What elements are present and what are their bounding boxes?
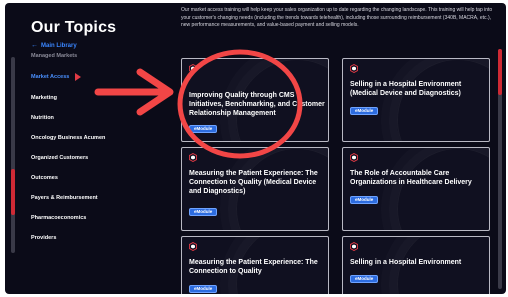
hexagon-logo-icon [189, 153, 197, 162]
module-card[interactable]: Measuring the Patient Experience: The Co… [181, 236, 329, 294]
main-library-label: Main Library [41, 42, 77, 49]
sidebar-item-providers[interactable]: Providers [31, 235, 56, 241]
sidebar-item-label: Marketing [31, 95, 57, 101]
card-title: Improving Quality through CMS Initiative… [189, 92, 325, 117]
card-title: Selling in a Hospital Environment (Medic… [350, 81, 462, 97]
active-indicator-icon [75, 73, 82, 81]
module-card[interactable]: The Role of Accountable Care Organizatio… [342, 147, 490, 231]
hexagon-logo-icon [189, 64, 197, 73]
sidebar-scrollbar-thumb[interactable] [11, 169, 15, 215]
module-card[interactable]: Measuring the Patient Experience: The Co… [181, 147, 329, 231]
sidebar-item-label: Nutrition [31, 115, 54, 121]
page-title: Our Topics [31, 19, 117, 36]
sidebar-item-label: Market Access [31, 74, 70, 80]
card-title: Selling in a Hospital Environment [350, 259, 462, 266]
sidebar-item-label: Outcomes [31, 175, 58, 181]
sidebar-item-label: Managed Markets [31, 53, 78, 59]
hexagon-logo-icon [350, 64, 358, 73]
sidebar-scrollbar-track[interactable] [11, 57, 15, 253]
emodule-badge: eModule [350, 107, 379, 115]
sidebar-item-oncology-business-acumen[interactable]: Oncology Business Acumen [31, 135, 105, 141]
sidebar-item-nutrition[interactable]: Nutrition [31, 115, 54, 121]
content-scrollbar-thumb[interactable] [498, 49, 502, 95]
sidebar: Our Topics ← Main Library Managed Market… [5, 3, 173, 294]
emodule-badge: eModule [189, 208, 218, 216]
module-card[interactable]: Selling in a Hospital Environment (Medic… [342, 58, 490, 142]
sidebar-item-label: Oncology Business Acumen [31, 135, 106, 141]
sidebar-item-market-access[interactable]: Market Access [31, 73, 82, 81]
sidebar-item-outcomes[interactable]: Outcomes [31, 175, 58, 181]
sidebar-item-marketing[interactable]: Marketing [31, 95, 57, 101]
card-title: Measuring the Patient Experience: The Co… [189, 170, 318, 195]
hexagon-logo-icon [350, 153, 358, 162]
sidebar-item-label: Organized Customers [31, 155, 89, 161]
sidebar-item-pharmacoeconomics[interactable]: Pharmacoeconomics [31, 215, 86, 221]
emodule-badge: eModule [189, 125, 218, 133]
emodule-badge: eModule [350, 275, 379, 283]
intro-text: Our market access training will help kee… [181, 7, 493, 29]
module-card[interactable]: Improving Quality through CMS Initiative… [181, 58, 329, 142]
emodule-badge: eModule [189, 285, 218, 293]
sidebar-item-label: Payers & Reimbursement [31, 195, 98, 201]
sidebar-item-label: Pharmacoeconomics [31, 215, 87, 221]
hexagon-logo-icon [350, 242, 358, 251]
arrow-left-icon: ← [31, 42, 38, 49]
app-window: Our Topics ← Main Library Managed Market… [5, 3, 506, 294]
sidebar-item-organized-customers[interactable]: Organized Customers [31, 155, 88, 161]
main-library-link[interactable]: ← Main Library [31, 42, 77, 49]
sidebar-item-managed-markets[interactable]: Managed Markets [31, 53, 77, 59]
sidebar-item-label: Providers [31, 235, 57, 241]
sidebar-item-payers-reimbursement[interactable]: Payers & Reimbursement [31, 195, 98, 201]
module-card[interactable]: Selling in a Hospital Environment eModul… [342, 236, 490, 294]
card-title: The Role of Accountable Care Organizatio… [350, 170, 472, 186]
card-title: Measuring the Patient Experience: The Co… [189, 259, 318, 275]
emodule-badge: eModule [350, 196, 379, 204]
hexagon-logo-icon [189, 242, 197, 251]
